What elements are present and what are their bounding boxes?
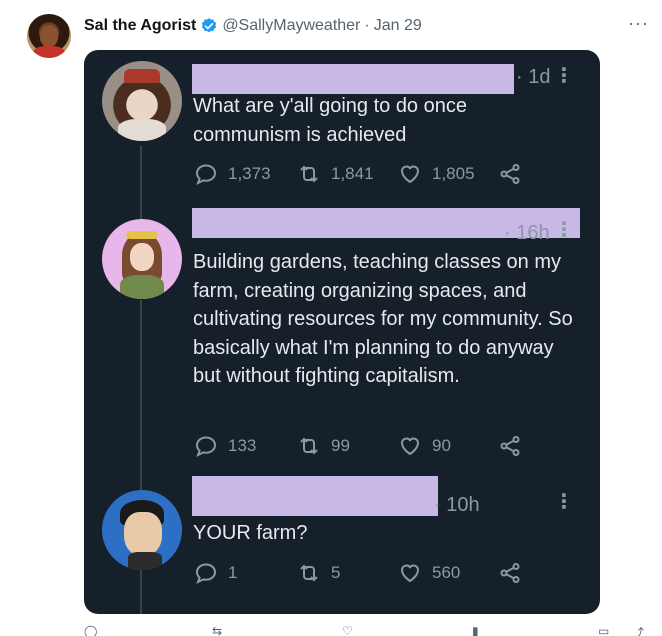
reply-action[interactable]: 133 (194, 434, 256, 458)
retweet-action[interactable]: 5 (297, 561, 340, 585)
retweet-icon[interactable]: ⇆ (212, 624, 222, 636)
redacted-name (192, 476, 438, 516)
thread-line (140, 570, 142, 614)
reply-more-icon[interactable]: ⋮ (554, 492, 574, 512)
avatar-face (124, 512, 162, 556)
comment-icon (195, 563, 217, 584)
share-icon (500, 436, 520, 456)
comment-icon[interactable]: ◯ (84, 624, 97, 636)
retweet-action[interactable]: 1,841 (297, 162, 374, 186)
thread-line (140, 300, 142, 492)
reply-actions: 1,373 1,841 1,805 (194, 162, 534, 188)
retweet-count: 99 (331, 436, 350, 455)
outer-actions-bar: ◯ ⇆ ♡ ▮ ▭ ⤴ (84, 624, 644, 636)
reply-count: 1 (228, 563, 238, 582)
like-count: 560 (432, 563, 461, 582)
reply-actions: 1 5 560 (194, 561, 534, 587)
heart-icon[interactable]: ♡ (342, 624, 353, 636)
tweet-date[interactable]: Jan 29 (374, 17, 422, 35)
avatar-collar (128, 552, 162, 570)
retweet-count: 5 (331, 563, 341, 582)
bookmark-icon[interactable]: ▭ (598, 624, 609, 636)
reply-action[interactable]: 1 (194, 561, 237, 585)
reply-time[interactable]: · 10h (434, 494, 480, 517)
heart-icon (400, 564, 420, 583)
share-action[interactable] (498, 561, 522, 585)
author-avatar[interactable] (27, 14, 71, 58)
reply-avatar[interactable] (102, 219, 182, 299)
heart-icon (400, 437, 420, 456)
handle[interactable]: @SallyMayweather (222, 17, 360, 35)
verified-badge-icon (202, 18, 217, 33)
avatar-shirt (120, 275, 164, 299)
reply-actions: 133 99 90 (194, 434, 534, 460)
thread-line (140, 146, 142, 226)
author-avatar-face (40, 25, 58, 47)
tweet-header: Sal the Agorist @SallyMayweather · Jan 2… (84, 15, 422, 37)
reply-avatar[interactable] (102, 490, 182, 570)
reply-text: What are y'all going to do once communis… (193, 95, 467, 146)
redacted-name (192, 64, 514, 94)
share-icon (500, 164, 520, 184)
share-action[interactable] (498, 162, 522, 186)
reply-more-icon[interactable]: ⋮ (554, 220, 574, 240)
comment-icon (195, 436, 217, 457)
screenshot-card: · 1d ⋮ What are y'all going to do once c… (84, 50, 600, 614)
tweet: Sal the Agorist @SallyMayweather · Jan 2… (0, 0, 662, 636)
retweet-count: 1,841 (331, 164, 374, 183)
like-action[interactable]: 1,805 (398, 162, 475, 186)
reply-text: Building gardens, teaching classes on my… (193, 251, 573, 387)
display-name[interactable]: Sal the Agorist (84, 17, 196, 35)
author-avatar-shirt (33, 46, 65, 58)
like-count: 1,805 (432, 164, 475, 183)
avatar-flowers (126, 231, 158, 239)
retweet-action[interactable]: 99 (297, 434, 350, 458)
reply-more-icon[interactable]: ⋮ (554, 66, 574, 86)
like-count: 90 (432, 436, 451, 455)
reply-text: YOUR farm? (193, 522, 308, 544)
comment-icon (195, 164, 217, 185)
views-icon[interactable]: ▮ (472, 624, 479, 636)
heart-icon (400, 165, 420, 184)
avatar-headband (124, 69, 160, 83)
reply-time[interactable]: · 1d (516, 66, 550, 89)
avatar-cloak (118, 119, 166, 141)
share-icon (500, 563, 520, 583)
retweet-icon (300, 437, 318, 455)
retweet-icon (300, 165, 318, 183)
reply-action[interactable]: 1,373 (194, 162, 271, 186)
share-action[interactable] (498, 434, 522, 458)
retweet-icon (300, 564, 318, 582)
share-icon[interactable]: ⤴ (632, 624, 644, 636)
like-action[interactable]: 560 (398, 561, 460, 585)
like-action[interactable]: 90 (398, 434, 451, 458)
separator-dot: · (364, 17, 370, 34)
reply-time[interactable]: · 16h (504, 222, 550, 245)
avatar-face (130, 243, 154, 271)
reply-count: 1,373 (228, 164, 271, 183)
more-options-icon[interactable]: ··· (628, 13, 649, 34)
reply-count: 133 (228, 436, 257, 455)
reply-avatar[interactable] (102, 61, 182, 141)
